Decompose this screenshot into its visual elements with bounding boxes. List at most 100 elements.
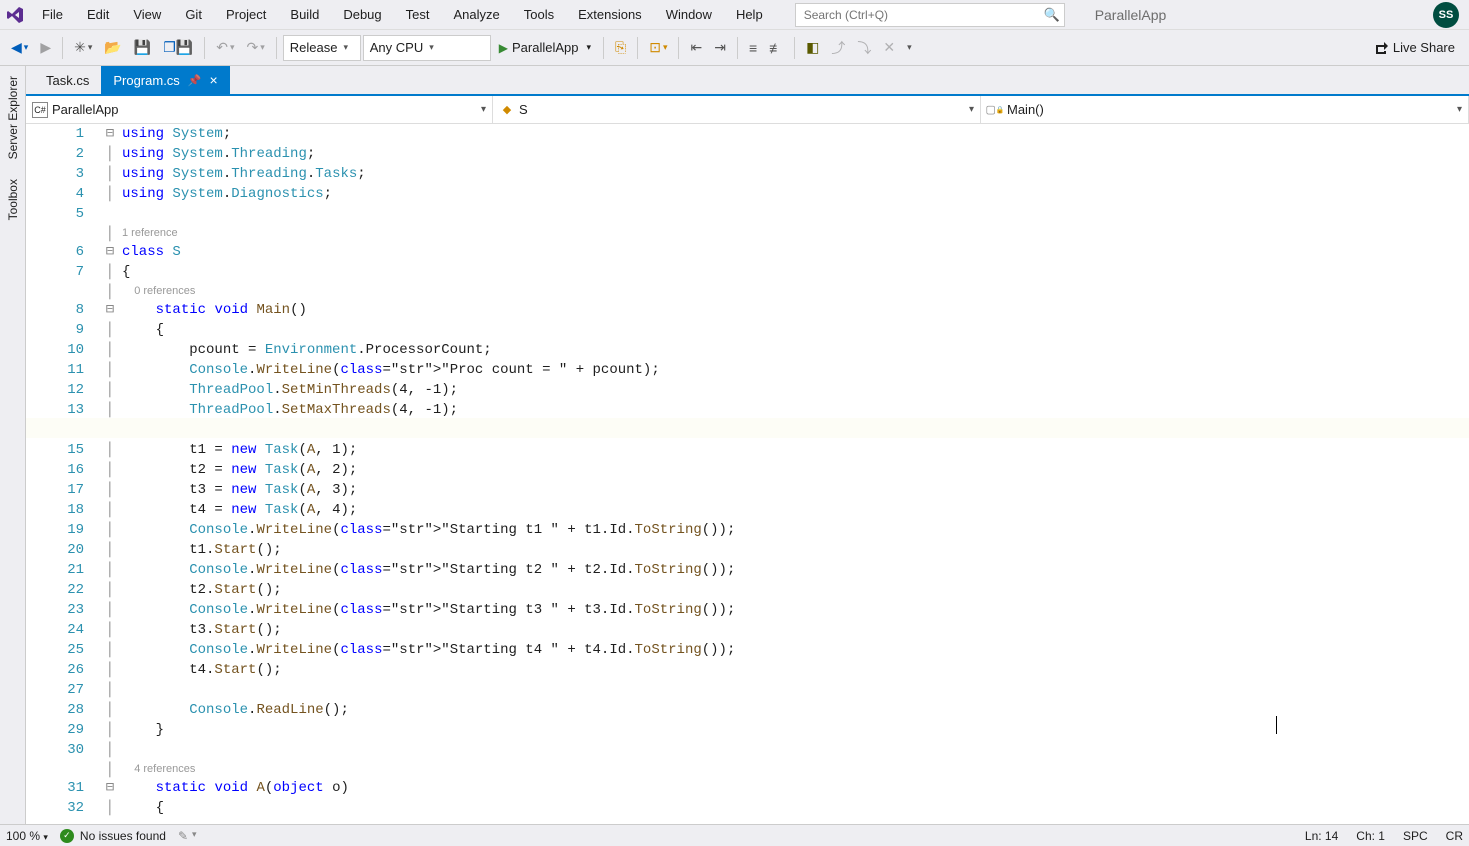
- code-editor[interactable]: 1234567891011121314151617181920212223242…: [26, 124, 1469, 824]
- save-all-button[interactable]: ❐💾: [158, 36, 198, 59]
- code-line[interactable]: t2.Start();: [122, 580, 1459, 600]
- codelens-reference[interactable]: 1 reference: [122, 224, 1459, 242]
- code-line[interactable]: ThreadPool.SetMaxThreads(4, -1);: [122, 400, 1459, 420]
- codelens-reference[interactable]: 0 references: [122, 282, 1459, 300]
- menu-debug[interactable]: Debug: [331, 2, 393, 27]
- code-line[interactable]: using System.Diagnostics;: [122, 184, 1459, 204]
- code-line[interactable]: t1.Start();: [122, 540, 1459, 560]
- code-line[interactable]: Console.WriteLine(class="str">"Starting …: [122, 600, 1459, 620]
- vs-logo-icon: [0, 0, 30, 30]
- new-project-button[interactable]: ✳▾: [69, 36, 97, 59]
- redo-button[interactable]: ↷▾: [241, 36, 269, 59]
- issues-indicator[interactable]: ✓ No issues found: [60, 829, 166, 843]
- code-line[interactable]: Console.WriteLine(class="str">"Proc coun…: [122, 360, 1459, 380]
- menu-analyze[interactable]: Analyze: [441, 2, 511, 27]
- separator: [637, 37, 638, 59]
- app-title: ParallelApp: [1095, 7, 1167, 23]
- outdent-button[interactable]: ⇤: [685, 36, 707, 59]
- share-icon: [1373, 40, 1389, 56]
- menu-view[interactable]: View: [121, 2, 173, 27]
- code-line[interactable]: using System;: [122, 124, 1459, 144]
- class-dropdown[interactable]: ◆ S▾: [493, 96, 981, 123]
- menu-tools[interactable]: Tools: [512, 2, 566, 27]
- class-icon: ◆: [499, 102, 515, 118]
- code-line[interactable]: t3.Start();: [122, 620, 1459, 640]
- code-line[interactable]: {: [122, 320, 1459, 340]
- separator: [794, 37, 795, 59]
- bookmark-button[interactable]: ◧: [801, 36, 824, 59]
- tab-task-cs[interactable]: Task.cs: [34, 66, 101, 94]
- code-line[interactable]: using System.Threading;: [122, 144, 1459, 164]
- statusbar: 100 % ▾ ✓ No issues found ✎▾ Ln: 14 Ch: …: [0, 824, 1469, 846]
- health-indicator[interactable]: ✎▾: [178, 829, 197, 843]
- save-button[interactable]: 💾: [129, 36, 156, 59]
- prev-bookmark-button[interactable]: ⤴: [826, 35, 850, 61]
- menu-help[interactable]: Help: [724, 2, 775, 27]
- zoom-level[interactable]: 100 % ▾: [6, 829, 48, 843]
- toolbox-pane[interactable]: Toolbox: [4, 169, 22, 230]
- code-line[interactable]: [122, 680, 1459, 700]
- menu-extensions[interactable]: Extensions: [566, 2, 654, 27]
- code-line[interactable]: t4.Start();: [122, 660, 1459, 680]
- code-line[interactable]: t2 = new Task(A, 2);: [122, 460, 1459, 480]
- step-button[interactable]: ⊡▾: [644, 36, 672, 59]
- menu-edit[interactable]: Edit: [75, 2, 121, 27]
- menu-build[interactable]: Build: [278, 2, 331, 27]
- code-line[interactable]: [122, 204, 1459, 224]
- member-dropdown[interactable]: ▢🔒 Main()▾: [981, 96, 1469, 123]
- search-box[interactable]: 🔍: [795, 3, 1065, 27]
- live-share-button[interactable]: Live Share: [1365, 36, 1463, 60]
- tab-program-cs[interactable]: Program.cs 📌 ×: [101, 66, 229, 94]
- server-explorer-pane[interactable]: Server Explorer: [4, 66, 22, 169]
- code-line[interactable]: {: [122, 262, 1459, 282]
- code-line[interactable]: t3 = new Task(A, 3);: [122, 480, 1459, 500]
- user-avatar[interactable]: SS: [1433, 2, 1459, 28]
- menu-project[interactable]: Project: [214, 2, 278, 27]
- code-line[interactable]: Console.ReadLine();: [122, 700, 1459, 720]
- line-ending[interactable]: CR: [1446, 829, 1463, 843]
- project-dropdown[interactable]: C# ParallelApp▾: [26, 96, 493, 123]
- browse-button[interactable]: ⎘: [610, 36, 631, 59]
- code-line[interactable]: ThreadPool.SetMinThreads(4, -1);: [122, 380, 1459, 400]
- code-line[interactable]: pcount = Environment.ProcessorCount;: [122, 340, 1459, 360]
- undo-button[interactable]: ↶▾: [211, 36, 239, 59]
- code-line[interactable]: Console.WriteLine(class="str">"Starting …: [122, 560, 1459, 580]
- indent-mode[interactable]: SPC: [1403, 829, 1428, 843]
- menu-git[interactable]: Git: [173, 2, 214, 27]
- code-line[interactable]: t4 = new Task(A, 4);: [122, 500, 1459, 520]
- code-folding-margin[interactable]: ⊟││││⊟││⊟│││││││││││││││││││││││⊟│: [98, 124, 122, 824]
- separator: [678, 37, 679, 59]
- next-bookmark-button[interactable]: ⤵: [852, 35, 876, 61]
- code-line[interactable]: Console.WriteLine(class="str">"Starting …: [122, 640, 1459, 660]
- open-file-button[interactable]: 📂: [99, 36, 126, 59]
- nav-forward-button[interactable]: ▶: [35, 36, 56, 59]
- nav-back-button[interactable]: ◀▾: [6, 36, 33, 59]
- menu-window[interactable]: Window: [654, 2, 724, 27]
- code-line[interactable]: Console.WriteLine(class="str">"Starting …: [122, 520, 1459, 540]
- code-line[interactable]: class S: [122, 242, 1459, 262]
- search-icon: 🔍: [1040, 7, 1064, 23]
- comment-button[interactable]: ≡: [744, 37, 762, 59]
- platform-dropdown[interactable]: Any CPU▾: [363, 35, 491, 61]
- run-button[interactable]: ▶ParallelApp▾: [493, 37, 597, 58]
- menu-file[interactable]: File: [30, 2, 75, 27]
- close-icon[interactable]: ×: [210, 73, 218, 87]
- code-line[interactable]: {: [122, 798, 1459, 818]
- pin-icon[interactable]: 📌: [188, 74, 202, 87]
- code-line[interactable]: using System.Threading.Tasks;: [122, 164, 1459, 184]
- code-line[interactable]: static void A(object o): [122, 778, 1459, 798]
- search-input[interactable]: [796, 8, 1040, 22]
- indent-button[interactable]: ⇥: [709, 36, 731, 59]
- clear-bookmark-button[interactable]: ✕: [878, 36, 900, 59]
- code-content[interactable]: using System;using System.Threading;usin…: [122, 124, 1469, 824]
- codelens-reference[interactable]: 4 references: [122, 760, 1459, 778]
- menu-test[interactable]: Test: [394, 2, 442, 27]
- code-line[interactable]: static void Main(): [122, 300, 1459, 320]
- left-tool-well: Server Explorer Toolbox: [0, 66, 26, 824]
- config-dropdown[interactable]: Release▾: [283, 35, 361, 61]
- uncomment-button[interactable]: ≢: [764, 37, 788, 59]
- toolbar-overflow-button[interactable]: ▾: [902, 39, 917, 56]
- code-line[interactable]: [122, 740, 1459, 760]
- code-line[interactable]: }: [122, 720, 1459, 740]
- code-line[interactable]: t1 = new Task(A, 1);: [122, 440, 1459, 460]
